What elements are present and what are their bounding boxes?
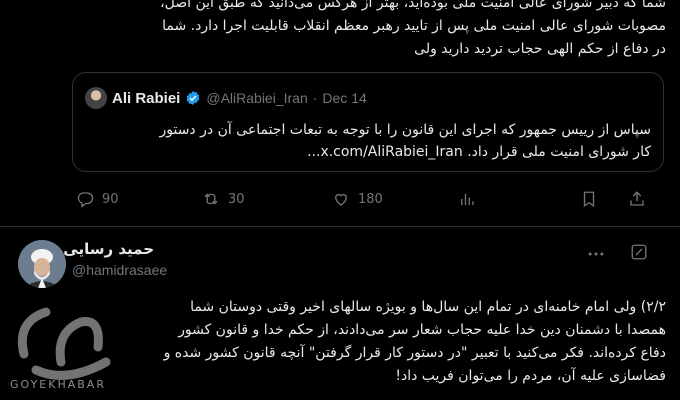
tweet-divider — [0, 226, 680, 227]
tweet-line: ۲/۲) ولی امام خامنه‌ای در تمام این سال‌ه… — [190, 299, 666, 315]
share-icon — [630, 191, 644, 206]
quoted-author-name[interactable]: Ali Rabiei — [112, 90, 180, 107]
author-name[interactable]: حمید رسایی — [63, 240, 154, 258]
top-tweet-line: مصوبات شورای عالی امنیت ملی پس از تایید … — [162, 18, 666, 34]
views-button[interactable] — [458, 190, 476, 208]
reply-icon — [77, 192, 94, 208]
tweet-line: همصدا با دشمنان دین خدا علیه حجاب شعار س… — [178, 322, 666, 338]
reply-count: 90 — [102, 191, 119, 207]
repost-icon — [204, 193, 218, 205]
grok-icon[interactable] — [630, 243, 648, 261]
quoted-tweet-text: سپاس از رییس جمهور که اجرای این قانون را… — [81, 119, 651, 163]
reply-button[interactable]: 90 — [76, 190, 119, 208]
quoted-avatar[interactable] — [85, 87, 107, 109]
quoted-tweet-date[interactable]: Dec 14 — [322, 90, 366, 106]
top-tweet-line: شما که دبیر شورای عالی امنیت ملی بوده‌ای… — [160, 0, 666, 11]
share-button[interactable] — [628, 190, 646, 208]
quoted-tweet-line: سپاس از رییس جمهور که اجرای این قانون را… — [159, 122, 651, 138]
bookmark-button[interactable] — [580, 190, 598, 208]
heart-icon — [335, 193, 347, 206]
watermark-text: GOYEKHABAR — [10, 378, 106, 391]
tweet-actions-bar: 90 30 180 — [72, 188, 664, 214]
tweet-text: ۲/۲) ولی امام خامنه‌ای در تمام این سال‌ه… — [16, 296, 666, 388]
tweet-line: فضاسازی علیه آن، مردم را می‌توان فریب دا… — [395, 368, 666, 384]
tweet-line: دفاع کرده‌اند. فکر می‌کنید با تعبیر "در … — [163, 345, 666, 361]
views-bar-chart-icon — [461, 193, 474, 205]
bookmark-icon — [583, 191, 595, 208]
top-tweet-text: شما که دبیر شورای عالی امنیت ملی بوده‌ای… — [26, 0, 666, 61]
separator-dot: · — [312, 90, 318, 106]
more-options-icon[interactable] — [586, 244, 606, 264]
verified-badge-icon — [187, 91, 200, 105]
like-count: 180 — [358, 191, 383, 207]
quoted-tweet-card[interactable]: Ali Rabiei @AliRabiei_Iran · Dec 14 سپاس… — [72, 72, 664, 172]
author-handle[interactable]: @hamidrasaee — [72, 262, 167, 278]
quoted-tweet-line: کار شورای امنیت ملی قرار داد. x.com/AliR… — [307, 144, 651, 160]
repost-button[interactable]: 30 — [202, 190, 245, 208]
quoted-tweet-header: Ali Rabiei @AliRabiei_Iran · Dec 14 — [85, 87, 367, 109]
quoted-author-handle[interactable]: @AliRabiei_Iran — [206, 90, 307, 106]
like-button[interactable]: 180 — [332, 190, 383, 208]
avatar-portrait-icon — [18, 240, 66, 288]
top-tweet-line: در دفاع از حکم الهی حجاب تردید دارید ولی — [414, 41, 666, 57]
author-avatar[interactable] — [18, 240, 66, 288]
repost-count: 30 — [228, 191, 245, 207]
